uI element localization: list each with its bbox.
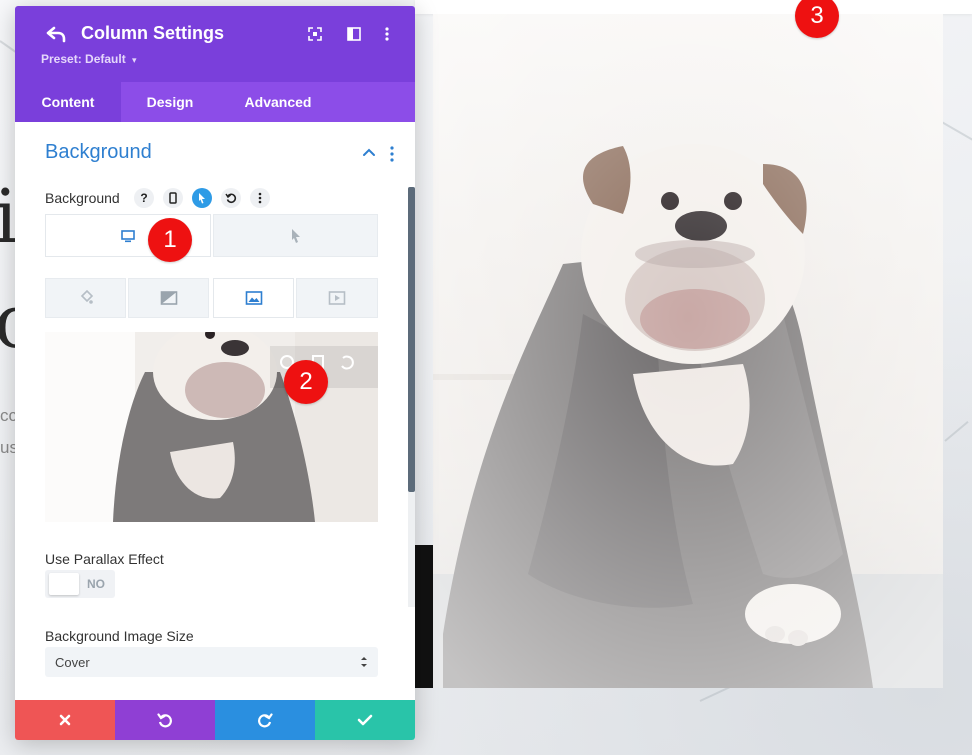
background-field-label: Background [45,190,120,206]
kebab-icon[interactable] [378,25,396,43]
page-top-bar [415,0,972,14]
check-icon [357,714,373,726]
paint-bucket-icon [80,290,93,304]
cancel-button[interactable] [15,700,115,740]
parallax-label: Use Parallax Effect [45,551,164,567]
more-options-button[interactable] [250,188,270,208]
preset-label: Preset: Default [41,52,126,66]
panel-header: Column Settings Preset: Default ▾ [15,6,415,82]
annotation-badge-1: 1 [148,218,192,262]
help-button[interactable]: ? [134,188,154,208]
image-size-value: Cover [55,655,90,670]
gradient-icon [160,291,177,305]
dark-column-edge [414,545,434,688]
color-background-tab[interactable] [45,278,126,318]
caret-down-icon: ▾ [132,55,137,65]
reset-button[interactable] [221,188,241,208]
scrollbar-thumb[interactable] [408,187,415,492]
panel-body: Background Background ? Use Parallax Eff… [15,122,415,700]
video-background-tab[interactable] [296,278,378,318]
cursor-icon [199,193,205,204]
panel-tabs: Content Design Advanced [15,82,415,122]
gradient-background-tab[interactable] [128,278,209,318]
redo-icon [258,713,273,728]
undo-button[interactable] [115,700,215,740]
kebab-icon [258,192,262,204]
responsive-button[interactable] [163,188,183,208]
hover-view-tab[interactable] [213,214,378,257]
tab-design[interactable]: Design [121,82,219,122]
tab-content[interactable]: Content [15,82,121,122]
image-size-label: Background Image Size [45,628,194,644]
panel-title: Column Settings [81,23,224,43]
panel-footer [15,700,415,740]
column-settings-panel: Column Settings Preset: Default ▾ Conten… [15,6,415,740]
tab-advanced[interactable]: Advanced [219,82,337,122]
image-icon [245,291,262,305]
save-button[interactable] [315,700,415,740]
redo-button[interactable] [215,700,315,740]
hover-button[interactable] [192,188,212,208]
marble-vein [939,120,972,142]
image-size-select[interactable]: Cover [45,647,378,677]
bulldog-photo [433,14,943,688]
preset-selector[interactable]: Preset: Default ▾ [41,52,137,66]
desktop-icon [121,229,135,242]
mobile-icon [169,192,177,204]
bulldog-thumbnail [45,332,378,522]
section-title[interactable]: Background [45,141,152,164]
marble-vein [944,420,969,442]
expand-icon[interactable] [306,25,324,43]
annotation-badge-2: 2 [284,360,328,404]
reset-icon [225,193,237,204]
close-icon [59,714,71,726]
background-image-preview[interactable] [45,332,378,522]
select-arrows-icon [361,657,367,667]
parallax-toggle[interactable]: NO [45,570,115,598]
video-icon [328,291,346,305]
toggle-knob [49,573,79,595]
chevron-up-icon[interactable] [362,146,376,160]
cursor-icon [291,228,300,243]
undo-icon [157,713,172,728]
toggle-state: NO [87,577,105,591]
section-kebab-icon[interactable] [390,146,394,162]
columns-icon[interactable] [345,25,363,43]
undo-arrow-icon[interactable] [45,23,67,45]
image-background-tab[interactable] [213,278,294,318]
column-background-image[interactable] [433,14,943,688]
